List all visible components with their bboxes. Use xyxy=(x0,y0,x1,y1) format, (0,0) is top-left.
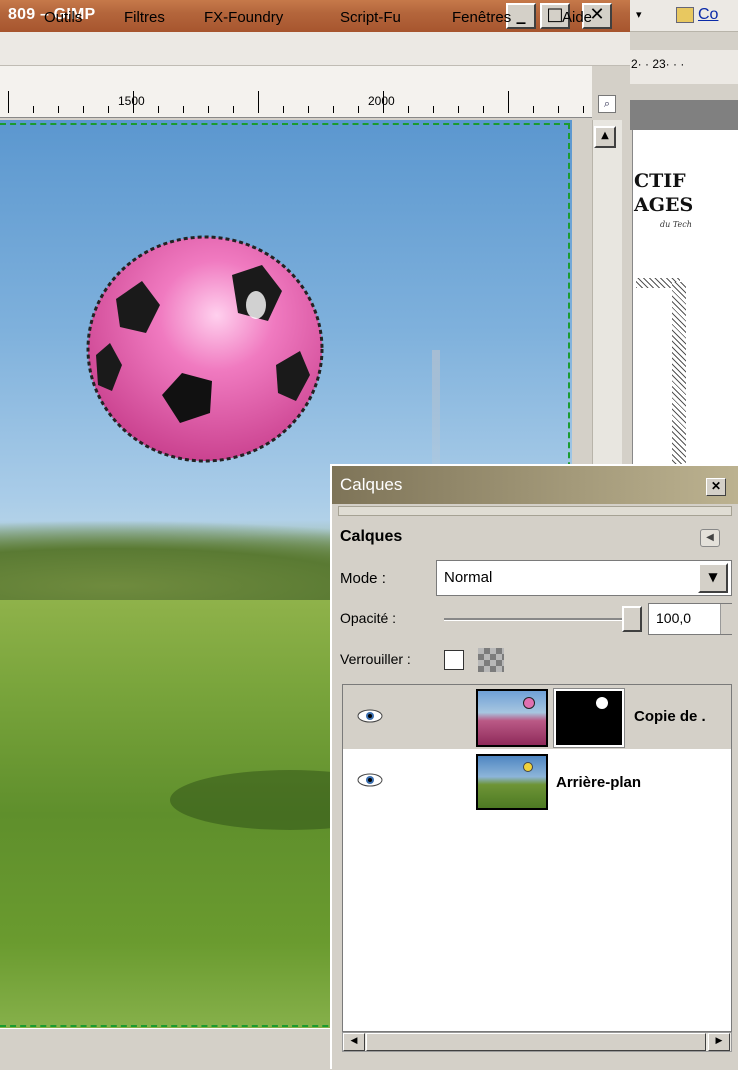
ruler-tick xyxy=(408,106,409,113)
document-title-line1: CTIF xyxy=(634,170,686,192)
layer-mask-dot xyxy=(596,697,608,709)
layer-name[interactable]: Arrière-plan xyxy=(556,774,641,791)
ruler-tick xyxy=(208,106,209,113)
horizontal-ruler[interactable]: 1500 2000 xyxy=(0,66,592,118)
mode-label: Mode : xyxy=(340,570,386,587)
menu-filtres[interactable]: Filtres xyxy=(124,9,165,26)
ruler-tick xyxy=(33,106,34,113)
ruler-tick xyxy=(133,91,134,113)
document-toolbar: ▾ Co xyxy=(630,0,738,32)
horizontal-scroll-thumb[interactable] xyxy=(366,1033,706,1051)
hatched-frame-side xyxy=(672,282,686,472)
ruler-tick xyxy=(583,106,584,113)
ruler-tick xyxy=(533,106,534,113)
toolbar-link[interactable]: Co xyxy=(698,6,718,24)
layer-mask-thumbnail[interactable] xyxy=(553,688,625,748)
layers-panel-header: Calques xyxy=(340,528,403,545)
document-title-line2: AGES xyxy=(634,194,694,216)
ruler-tick xyxy=(108,106,109,113)
ruler-tick xyxy=(283,106,284,113)
ruler-tick xyxy=(83,106,84,113)
ruler-tick xyxy=(483,106,484,113)
layer-thumbnail xyxy=(476,754,548,810)
chevron-down-icon[interactable]: ▼ xyxy=(698,563,728,593)
lock-alpha-icon[interactable] xyxy=(478,648,504,672)
zoom-icon[interactable]: ⌕ xyxy=(598,95,616,113)
layers-dialog-title: Calques xyxy=(340,475,403,494)
opacity-label: Opacité : xyxy=(340,610,397,626)
scroll-right-icon[interactable]: ▶ xyxy=(708,1033,730,1051)
layer-thumbnail xyxy=(476,689,548,747)
layer-name[interactable]: Copie de . xyxy=(634,708,706,725)
ruler-tick xyxy=(8,91,9,113)
dropdown-arrow-icon[interactable]: ▾ xyxy=(636,8,642,21)
menu-fenetres[interactable]: Fenêtres xyxy=(452,9,511,26)
document-small-text: du Tech xyxy=(660,220,692,229)
ruler-tick xyxy=(233,106,234,113)
ruler-tick xyxy=(433,106,434,113)
document-gray-band xyxy=(630,100,738,130)
opacity-value: 100,0 xyxy=(656,610,692,626)
status-strip xyxy=(0,1028,340,1069)
visibility-eye-icon[interactable] xyxy=(356,772,384,788)
menu-outils[interactable]: Outils xyxy=(44,9,82,26)
panel-menu-arrow-icon[interactable]: ◀ xyxy=(700,529,720,547)
ruler-tick xyxy=(458,106,459,113)
layer-thumbnail-ball xyxy=(523,762,533,772)
ruler-tick xyxy=(308,106,309,113)
ruler-label-2000: 2000 xyxy=(368,94,395,108)
ruler-tick xyxy=(58,106,59,113)
lock-pixels-checkbox[interactable] xyxy=(444,650,464,670)
visibility-eye-icon[interactable] xyxy=(356,708,384,724)
scroll-left-icon[interactable]: ◀ xyxy=(343,1033,365,1051)
mode-select-value: Normal xyxy=(444,569,493,586)
dialog-drag-handle[interactable] xyxy=(338,506,732,516)
ruler-tick xyxy=(558,106,559,113)
scroll-up-button[interactable]: ▲ xyxy=(594,126,616,148)
ruler-tick xyxy=(258,91,259,113)
ruler-tick xyxy=(183,106,184,113)
ruler-tick xyxy=(158,106,159,113)
menu-bar xyxy=(0,32,630,66)
ruler-tick xyxy=(333,106,334,113)
opacity-slider-thumb[interactable] xyxy=(622,606,642,632)
ruler-tick xyxy=(358,106,359,113)
lock-label: Verrouiller : xyxy=(340,651,411,667)
opacity-spinner[interactable] xyxy=(720,604,732,634)
ruler-label-1500: 1500 xyxy=(118,94,145,108)
ruler-tick xyxy=(383,91,384,113)
layer-thumbnail-ball xyxy=(523,697,535,709)
menu-fx-foundry[interactable]: FX-Foundry xyxy=(204,9,283,26)
edit-icon[interactable] xyxy=(676,7,694,23)
page-ruler-text: 2· · 23· · · xyxy=(631,57,685,71)
menu-aide[interactable]: Aide xyxy=(562,9,592,26)
opacity-slider-track[interactable] xyxy=(444,618,634,621)
menu-script-fu[interactable]: Script-Fu xyxy=(340,9,401,26)
ruler-tick xyxy=(508,91,509,113)
dialog-close-icon[interactable]: ✕ xyxy=(706,478,726,496)
